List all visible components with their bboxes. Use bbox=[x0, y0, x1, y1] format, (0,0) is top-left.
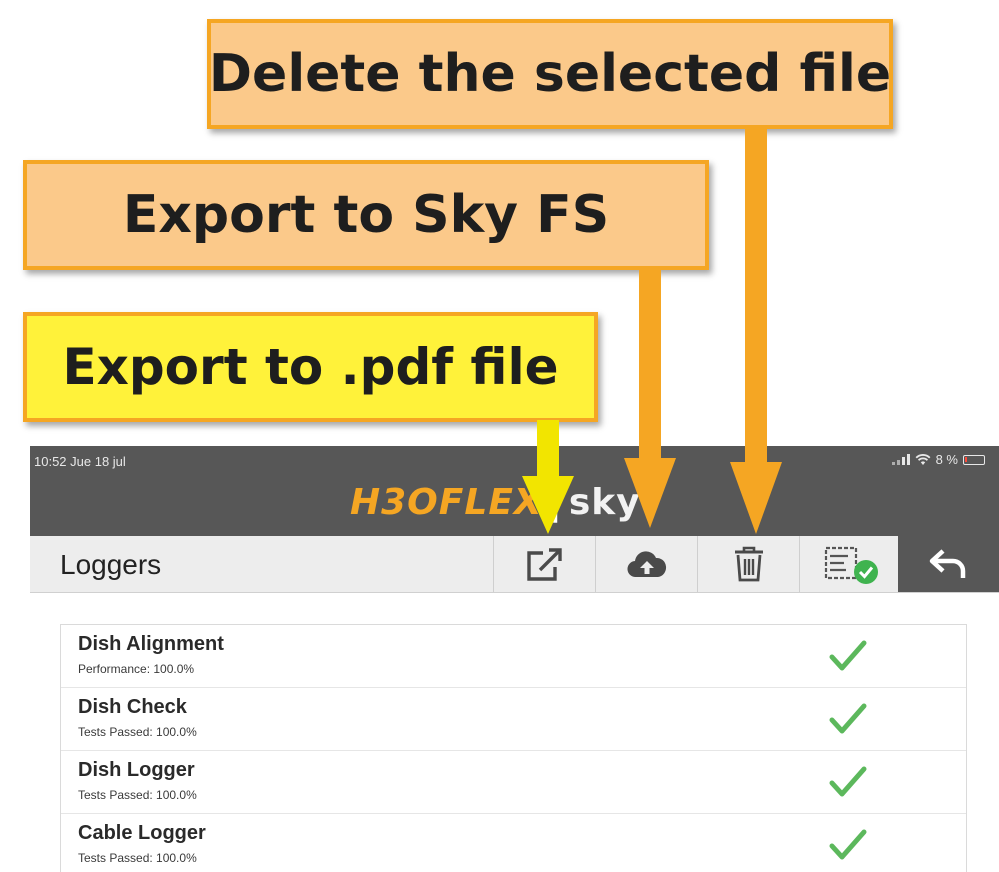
back-arrow-icon bbox=[929, 549, 965, 578]
toolbar: Loggers bbox=[30, 536, 999, 593]
callout-export-sky-fs: Export to Sky FS bbox=[23, 160, 709, 270]
logger-detail: Performance: 100.0% bbox=[78, 662, 195, 676]
list-item[interactable]: Dish Logger Tests Passed: 100.0% bbox=[61, 751, 966, 814]
export-pdf-button[interactable] bbox=[493, 536, 595, 592]
logo-separator-icon: | bbox=[548, 481, 563, 523]
back-button[interactable] bbox=[898, 536, 999, 592]
status-time: 10:52 Jue 18 jul bbox=[34, 454, 126, 469]
list-item[interactable]: Cable Logger Tests Passed: 100.0% bbox=[61, 814, 966, 872]
checkmark-icon bbox=[829, 703, 867, 734]
callout-export-pdf: Export to .pdf file bbox=[23, 312, 598, 422]
app-screen: 10:52 Jue 18 jul 8 % H3OFLEX | sky Logge… bbox=[30, 446, 999, 872]
checkmark-icon bbox=[829, 640, 867, 671]
list-item[interactable]: Dish Alignment Performance: 100.0% bbox=[61, 625, 966, 688]
logger-name: Dish Logger bbox=[78, 759, 195, 781]
callout-delete-text: Delete the selected file bbox=[208, 44, 892, 104]
logo-right: sky bbox=[568, 481, 641, 523]
wifi-icon bbox=[915, 453, 931, 465]
select-all-check-icon bbox=[824, 546, 878, 584]
list-item[interactable]: Dish Check Tests Passed: 100.0% bbox=[61, 688, 966, 751]
logger-name: Dish Alignment bbox=[78, 633, 224, 655]
logger-name: Dish Check bbox=[78, 696, 187, 718]
app-logo: H3OFLEX | sky bbox=[350, 481, 641, 523]
logger-name: Cable Logger bbox=[78, 822, 206, 844]
logo-left: H3OFLEX bbox=[350, 481, 543, 523]
callout-pdf-text: Export to .pdf file bbox=[62, 338, 559, 396]
callout-sky-text: Export to Sky FS bbox=[122, 185, 610, 245]
battery-icon bbox=[963, 454, 985, 465]
checkmark-icon bbox=[829, 766, 867, 797]
logger-list: Dish Alignment Performance: 100.0% Dish … bbox=[60, 624, 967, 872]
checkmark-icon bbox=[829, 829, 867, 860]
logger-detail: Tests Passed: 100.0% bbox=[78, 725, 197, 739]
status-bar: 10:52 Jue 18 jul 8 % H3OFLEX | sky bbox=[30, 446, 999, 536]
battery-percent: 8 % bbox=[935, 452, 958, 467]
page-title: Loggers bbox=[60, 549, 162, 580]
callout-delete-selected-file: Delete the selected file bbox=[207, 19, 893, 129]
delete-button[interactable] bbox=[697, 536, 799, 592]
logger-detail: Tests Passed: 100.0% bbox=[78, 851, 197, 865]
select-all-button[interactable] bbox=[799, 536, 901, 592]
logger-detail: Tests Passed: 100.0% bbox=[78, 788, 197, 802]
export-sky-fs-button[interactable] bbox=[595, 536, 697, 592]
status-indicators: 8 % bbox=[891, 452, 985, 467]
cloud-upload-icon bbox=[626, 551, 666, 578]
cellular-signal-icon bbox=[891, 454, 910, 465]
trash-icon bbox=[734, 546, 763, 582]
share-export-icon bbox=[526, 548, 562, 581]
